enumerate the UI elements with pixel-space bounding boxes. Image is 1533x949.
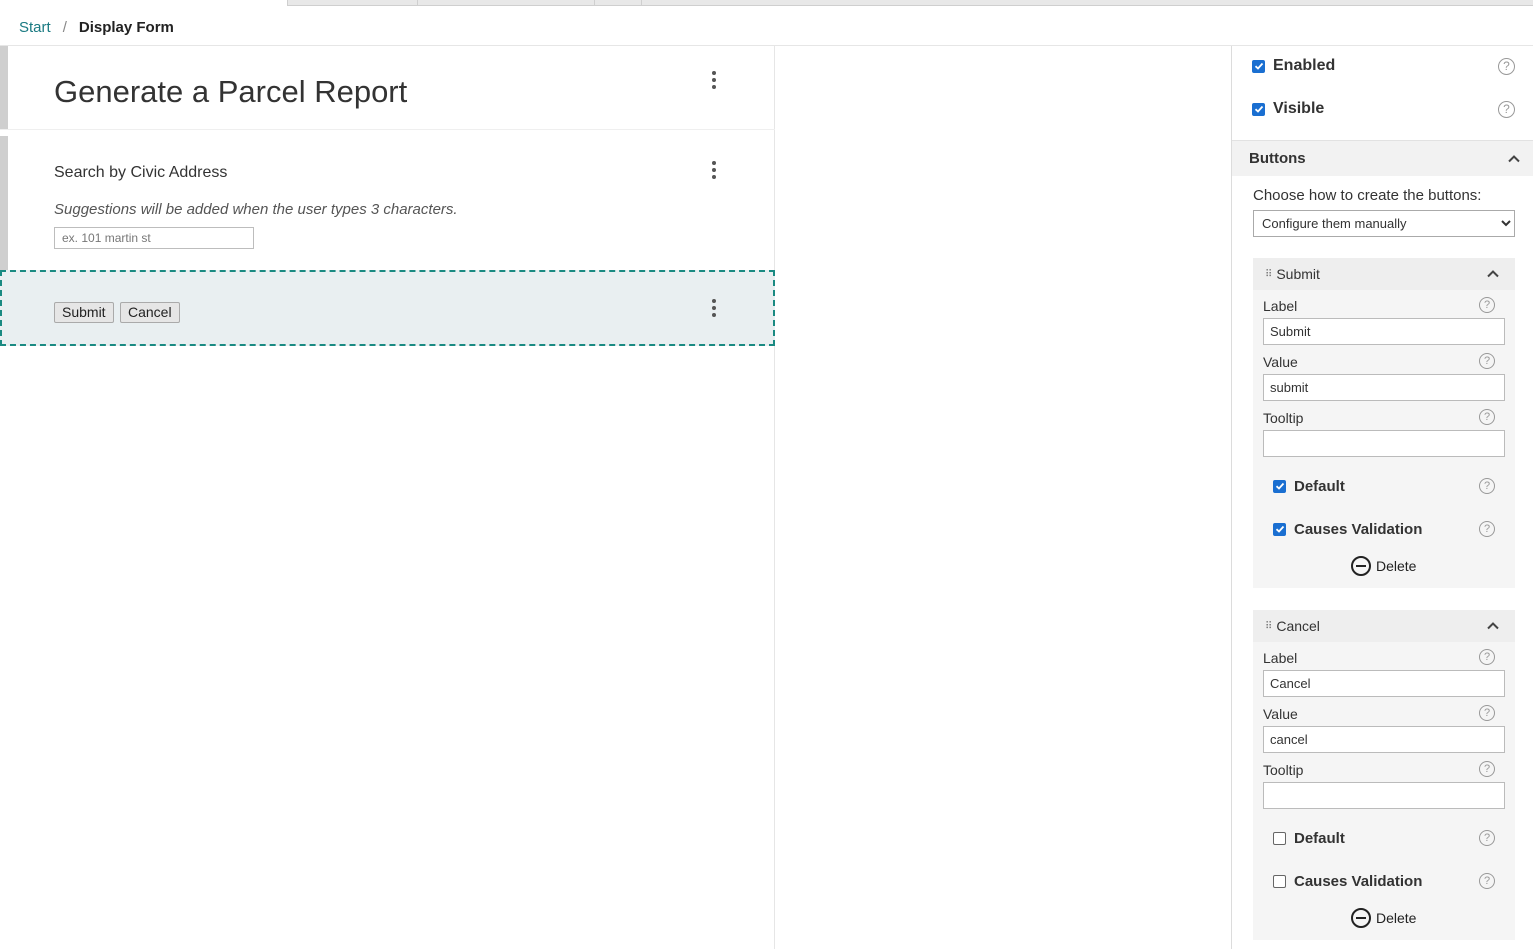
default-label: Default — [1294, 477, 1345, 495]
tab-remnant[interactable] — [641, 0, 1533, 6]
properties-panel: Enabled ? Visible ? Buttons Choose how t… — [1231, 46, 1533, 949]
buttons-mode-select[interactable]: Configure them manually — [1253, 210, 1515, 237]
label-caption: Label — [1263, 298, 1298, 314]
block-drag-bar[interactable] — [0, 136, 8, 270]
cancel-button[interactable]: Cancel — [120, 302, 180, 323]
value-caption: Value — [1263, 354, 1298, 370]
causes-validation-label: Causes Validation — [1294, 872, 1423, 890]
button-card-header[interactable]: ⠿ Cancel — [1253, 610, 1515, 642]
search-field-block[interactable]: Search by Civic Address Suggestions will… — [0, 136, 775, 270]
button-tooltip-input[interactable] — [1263, 782, 1505, 809]
breadcrumb: Start / Display Form — [19, 17, 174, 37]
button-value-input[interactable] — [1263, 726, 1505, 753]
tab-remnant[interactable] — [287, 0, 417, 6]
delete-label: Delete — [1376, 558, 1417, 574]
visible-row: Visible ? — [1252, 98, 1515, 120]
help-icon[interactable]: ? — [1479, 409, 1495, 425]
button-card-title: Cancel — [1276, 618, 1320, 634]
buttons-section-header[interactable]: Buttons — [1232, 140, 1533, 176]
minus-circle-icon — [1351, 556, 1371, 576]
kebab-menu-icon[interactable] — [708, 159, 720, 181]
delete-button[interactable]: Delete — [1351, 556, 1416, 576]
buttons-section-title: Buttons — [1249, 150, 1306, 167]
default-checkbox[interactable] — [1273, 831, 1286, 845]
breadcrumb-separator: / — [62, 18, 67, 36]
button-card-header[interactable]: ⠿ Submit — [1253, 258, 1515, 290]
default-label: Default — [1294, 829, 1345, 847]
causes-validation-checkbox[interactable] — [1273, 522, 1286, 536]
help-icon[interactable]: ? — [1479, 830, 1495, 846]
help-icon[interactable]: ? — [1479, 873, 1495, 889]
breadcrumb-start-link[interactable]: Start — [19, 19, 51, 36]
value-caption: Value — [1263, 706, 1298, 722]
chevron-up-icon[interactable] — [1486, 619, 1500, 633]
search-input[interactable] — [54, 227, 254, 249]
drag-handle-icon[interactable]: ⠿ — [1265, 269, 1272, 280]
top-tab-strip — [0, 0, 1533, 6]
label-caption: Label — [1263, 650, 1298, 666]
visible-label: Visible — [1273, 100, 1325, 117]
submit-button[interactable]: Submit — [54, 302, 114, 323]
search-field-help: Suggestions will be added when the user … — [54, 201, 458, 218]
form-canvas: Generate a Parcel Report Search by Civic… — [0, 46, 775, 949]
help-icon[interactable]: ? — [1479, 705, 1495, 721]
delete-label: Delete — [1376, 910, 1417, 926]
tooltip-caption: Tooltip — [1263, 762, 1304, 778]
help-icon[interactable]: ? — [1498, 100, 1515, 118]
form-title: Generate a Parcel Report — [54, 74, 408, 109]
button-label-input[interactable] — [1263, 670, 1505, 697]
help-icon[interactable]: ? — [1479, 478, 1495, 494]
tab-remnant[interactable] — [594, 0, 641, 6]
enabled-row: Enabled ? — [1252, 55, 1515, 77]
help-icon[interactable]: ? — [1479, 521, 1495, 537]
button-tooltip-input[interactable] — [1263, 430, 1505, 457]
search-field-label: Search by Civic Address — [54, 164, 228, 181]
delete-button[interactable]: Delete — [1351, 908, 1416, 928]
button-card-cancel: ⠿ Cancel Label ? Value ? Tooltip ? Defau… — [1253, 610, 1515, 940]
button-card-submit: ⠿ Submit Label ? Value ? Tooltip ? Defau… — [1253, 258, 1515, 588]
default-row: Default ? — [1273, 827, 1495, 849]
causes-validation-label: Causes Validation — [1294, 520, 1423, 538]
tooltip-caption: Tooltip — [1263, 410, 1304, 426]
chevron-up-icon[interactable] — [1507, 152, 1521, 166]
causes-validation-row: Causes Validation ? — [1273, 518, 1495, 540]
breadcrumb-current: Display Form — [78, 18, 174, 36]
chevron-up-icon[interactable] — [1486, 267, 1500, 281]
visible-checkbox[interactable] — [1252, 102, 1265, 116]
help-icon[interactable]: ? — [1479, 761, 1495, 777]
drag-handle-icon[interactable]: ⠿ — [1265, 621, 1272, 632]
help-icon[interactable]: ? — [1479, 297, 1495, 313]
kebab-menu-icon[interactable] — [708, 297, 720, 319]
causes-validation-row: Causes Validation ? — [1273, 870, 1495, 892]
button-card-title: Submit — [1276, 266, 1320, 282]
enabled-label: Enabled — [1273, 57, 1336, 74]
minus-circle-icon — [1351, 908, 1371, 928]
buttons-mode-label: Choose how to create the buttons: — [1253, 187, 1482, 204]
form-title-block[interactable]: Generate a Parcel Report — [0, 46, 775, 130]
help-icon[interactable]: ? — [1479, 649, 1495, 665]
button-label-input[interactable] — [1263, 318, 1505, 345]
block-drag-bar[interactable] — [0, 46, 8, 129]
button-value-input[interactable] — [1263, 374, 1505, 401]
default-row: Default ? — [1273, 475, 1495, 497]
kebab-menu-icon[interactable] — [708, 69, 720, 91]
help-icon[interactable]: ? — [1479, 353, 1495, 369]
causes-validation-checkbox[interactable] — [1273, 874, 1286, 888]
tab-remnant[interactable] — [417, 0, 594, 6]
default-checkbox[interactable] — [1273, 479, 1286, 493]
form-buttons-block[interactable]: Submit Cancel — [0, 270, 775, 346]
help-icon[interactable]: ? — [1498, 57, 1515, 75]
enabled-checkbox[interactable] — [1252, 59, 1265, 73]
